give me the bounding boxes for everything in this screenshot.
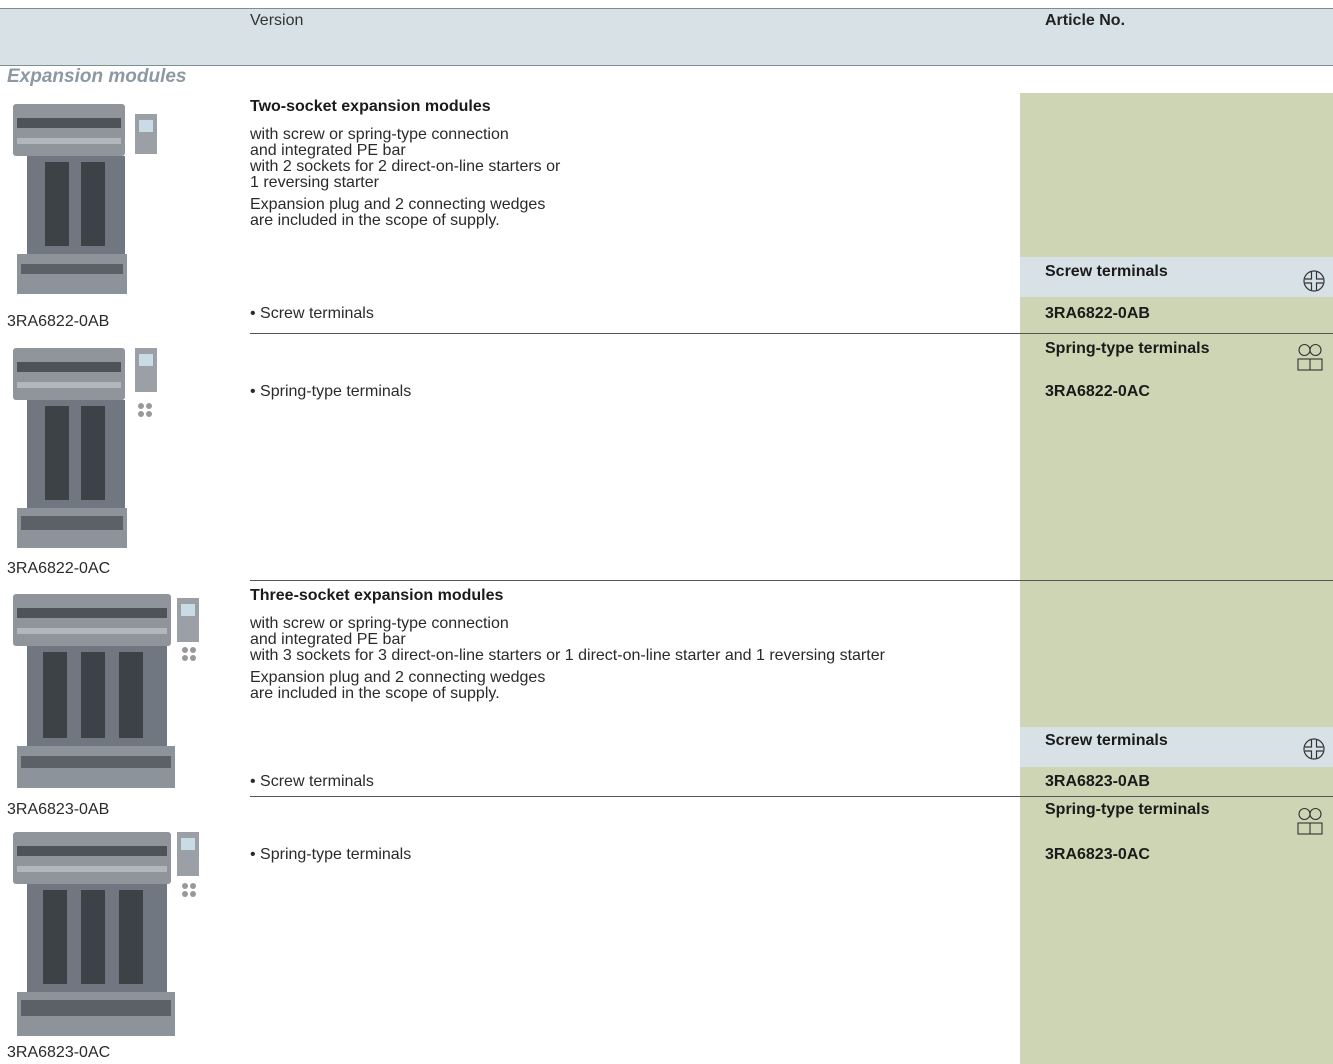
table-header bbox=[0, 8, 1333, 66]
product-image-caption: 3RA6823-0AB bbox=[7, 801, 110, 818]
variant-bullet: • Spring-type terminals bbox=[250, 383, 412, 400]
group-heading-two-socket: Two-socket expansion modules bbox=[250, 98, 491, 115]
product-image-3ra6822-0ac bbox=[13, 348, 157, 548]
variant-bullet: • Screw terminals bbox=[250, 773, 374, 790]
product-image-3ra6823-0ab bbox=[13, 594, 199, 788]
variant-bullet: • Screw terminals bbox=[250, 305, 374, 322]
row-divider bbox=[250, 580, 1333, 581]
article-number[interactable]: 3RA6822-0AC bbox=[1045, 383, 1150, 401]
article-column-background bbox=[1020, 93, 1333, 1064]
row-divider bbox=[250, 796, 1333, 797]
spring-terminal-icon bbox=[1296, 343, 1326, 373]
article-column-header: Article No. bbox=[1045, 12, 1126, 29]
product-image-caption: 3RA6823-0AC bbox=[7, 1044, 111, 1061]
terminal-type-label: Spring-type terminals bbox=[1045, 340, 1210, 357]
spring-terminal-icon bbox=[1296, 807, 1326, 837]
article-number[interactable]: 3RA6822-0AB bbox=[1045, 305, 1150, 323]
product-image-caption: 3RA6822-0AB bbox=[7, 313, 110, 330]
row-divider bbox=[250, 333, 1333, 334]
terminal-type-label: Screw terminals bbox=[1045, 263, 1168, 280]
version-column-header: Version bbox=[250, 12, 304, 29]
terminal-type-label: Spring-type terminals bbox=[1045, 801, 1210, 818]
group-description: with screw or spring-type connection and… bbox=[250, 126, 561, 229]
screw-terminal-icon bbox=[1302, 269, 1326, 293]
product-image-caption: 3RA6822-0AC bbox=[7, 560, 111, 577]
group-heading-three-socket: Three-socket expansion modules bbox=[250, 587, 504, 604]
article-number[interactable]: 3RA6823-0AB bbox=[1045, 773, 1150, 791]
article-number[interactable]: 3RA6823-0AC bbox=[1045, 846, 1150, 864]
terminal-type-label: Screw terminals bbox=[1045, 732, 1168, 749]
screw-terminal-icon bbox=[1302, 737, 1326, 761]
section-title: Expansion modules bbox=[7, 66, 187, 87]
product-image-3ra6823-0ac bbox=[13, 832, 199, 1036]
group-description: with screw or spring-type connection and… bbox=[250, 615, 885, 702]
product-image-3ra6822-0ab bbox=[13, 104, 157, 294]
variant-bullet: • Spring-type terminals bbox=[250, 846, 412, 863]
